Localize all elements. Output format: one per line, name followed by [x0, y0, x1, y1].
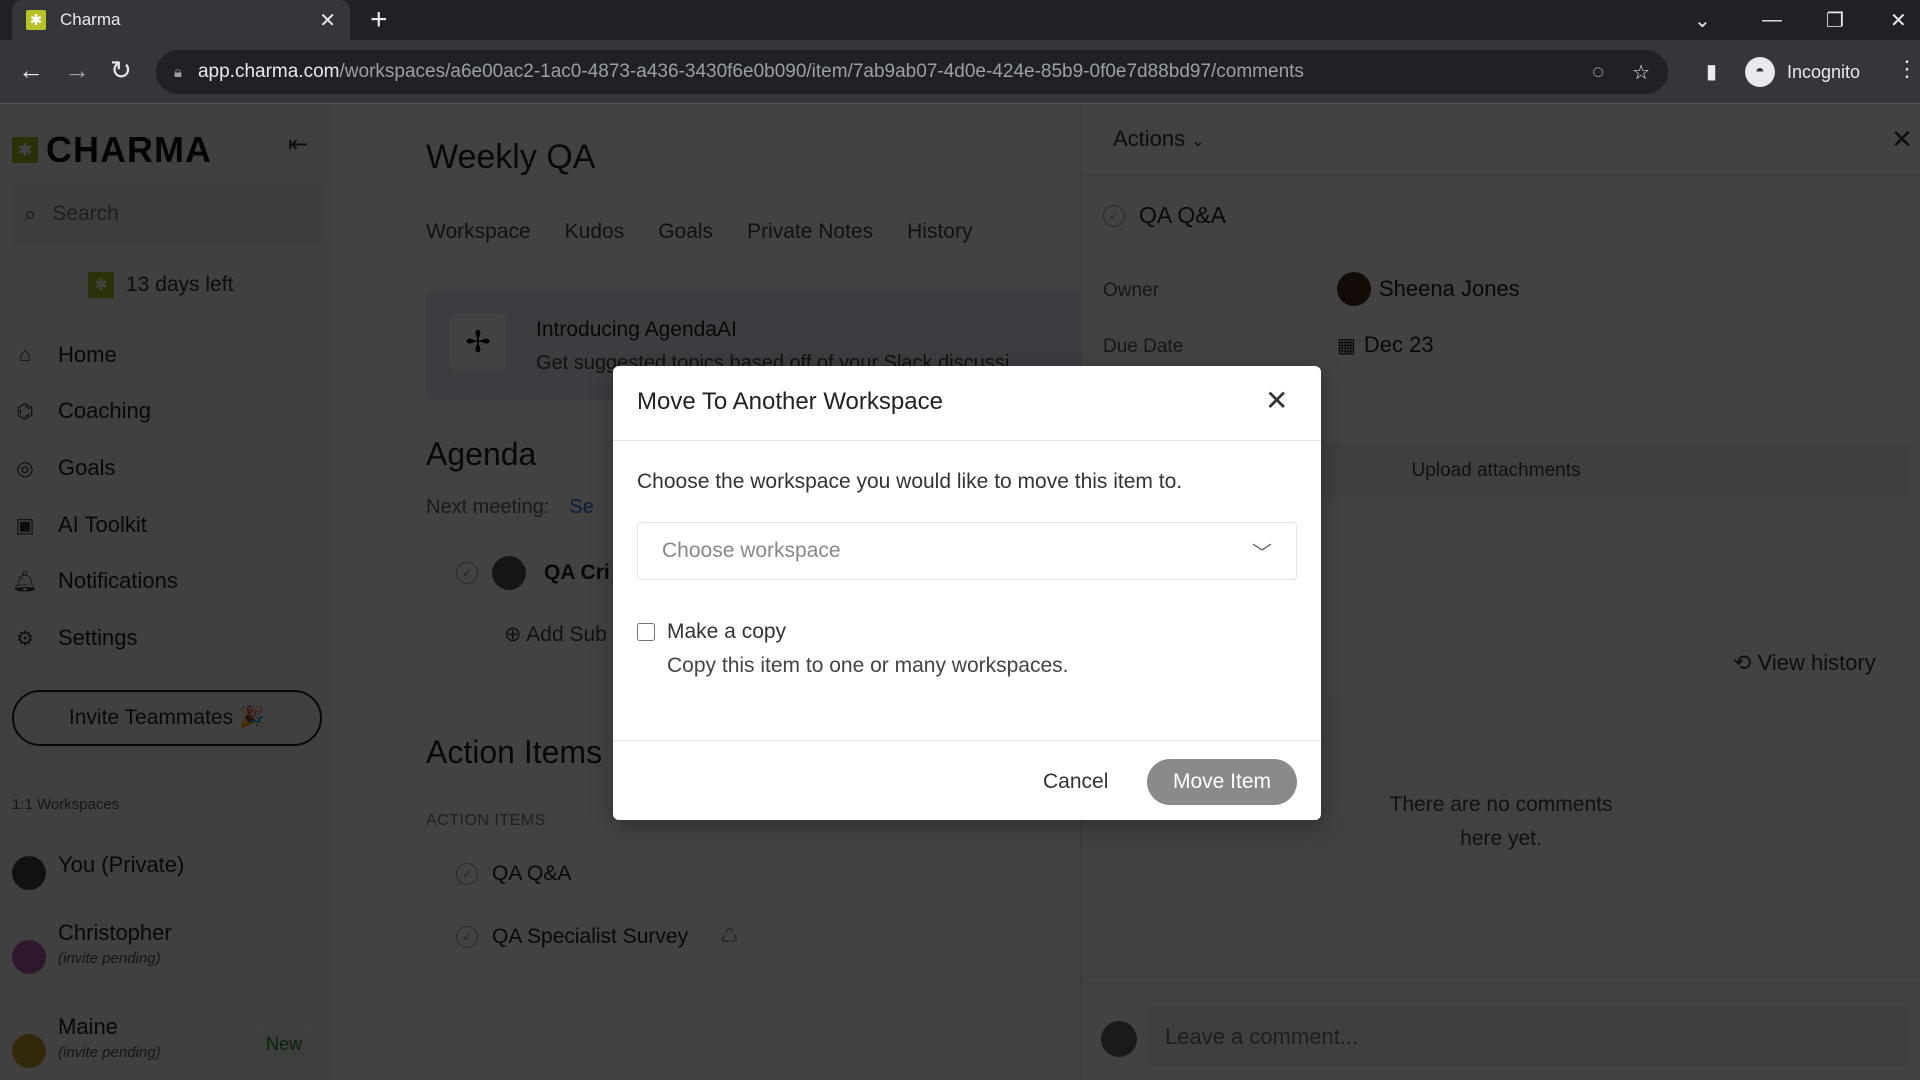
url-text[interactable]: app.charma.com/workspaces/a6e00ac2-1ac0-… [198, 61, 1564, 83]
address-bar-row: ← → ↻ 🔒︎ app.charma.com/workspaces/a6e00… [0, 40, 1920, 104]
make-copy-label: Make a copy [667, 620, 787, 643]
workspace-select[interactable]: Choose workspace ﹀ [637, 522, 1297, 580]
profile-label: Incognito [1787, 61, 1861, 82]
make-copy-checkbox[interactable] [637, 623, 655, 641]
omnibox[interactable]: 🔒︎ app.charma.com/workspaces/a6e00ac2-1a… [156, 50, 1668, 94]
lock-icon: 🔒︎ [174, 63, 182, 81]
incognito-profile[interactable]: ◓ Incognito [1745, 50, 1860, 94]
make-copy-description: Copy this item to one or many workspaces… [667, 654, 1069, 677]
tab-search-icon[interactable]: ⌄ [1694, 0, 1711, 40]
incognito-icon: ◓ [1745, 57, 1775, 87]
move-workspace-dialog: Move To Another Workspace ✕ Choose the w… [613, 366, 1321, 820]
side-panel-icon[interactable]: ▮ [1706, 56, 1717, 88]
cancel-button[interactable]: Cancel [1033, 760, 1118, 804]
charma-favicon-icon: ✱ [26, 10, 46, 30]
chevron-down-icon: ﹀ [1252, 542, 1272, 565]
window-close-button[interactable]: ✕ [1890, 0, 1907, 40]
eye-off-icon[interactable]: ◌ [1592, 61, 1604, 84]
minimize-button[interactable]: — [1762, 0, 1782, 40]
bookmark-star-icon[interactable]: ☆ [1632, 60, 1650, 85]
divider [613, 740, 1321, 741]
forward-button[interactable]: → [64, 54, 90, 86]
reload-button[interactable]: ↻ [110, 54, 132, 86]
restore-button[interactable]: ❐ [1826, 0, 1844, 40]
workspace-select-placeholder: Choose workspace [662, 539, 841, 562]
tab-close-icon[interactable]: ✕ [319, 8, 336, 33]
browser-tab-strip: ✱ Charma ✕ + ⌄ — ❐ ✕ [0, 0, 1920, 40]
close-dialog-icon[interactable]: ✕ [1265, 384, 1288, 417]
new-tab-button[interactable]: + [370, 4, 388, 36]
dialog-title: Move To Another Workspace [637, 388, 943, 415]
tab-title: Charma [60, 10, 121, 29]
browser-menu-icon[interactable]: ⋮ [1896, 56, 1918, 82]
make-copy-option[interactable]: Make a copy [637, 620, 786, 644]
divider [613, 440, 1321, 441]
browser-tab[interactable]: ✱ Charma ✕ [12, 0, 350, 40]
back-button[interactable]: ← [18, 54, 44, 86]
move-item-button[interactable]: Move Item [1147, 759, 1297, 805]
dialog-description: Choose the workspace you would like to m… [637, 470, 1183, 493]
